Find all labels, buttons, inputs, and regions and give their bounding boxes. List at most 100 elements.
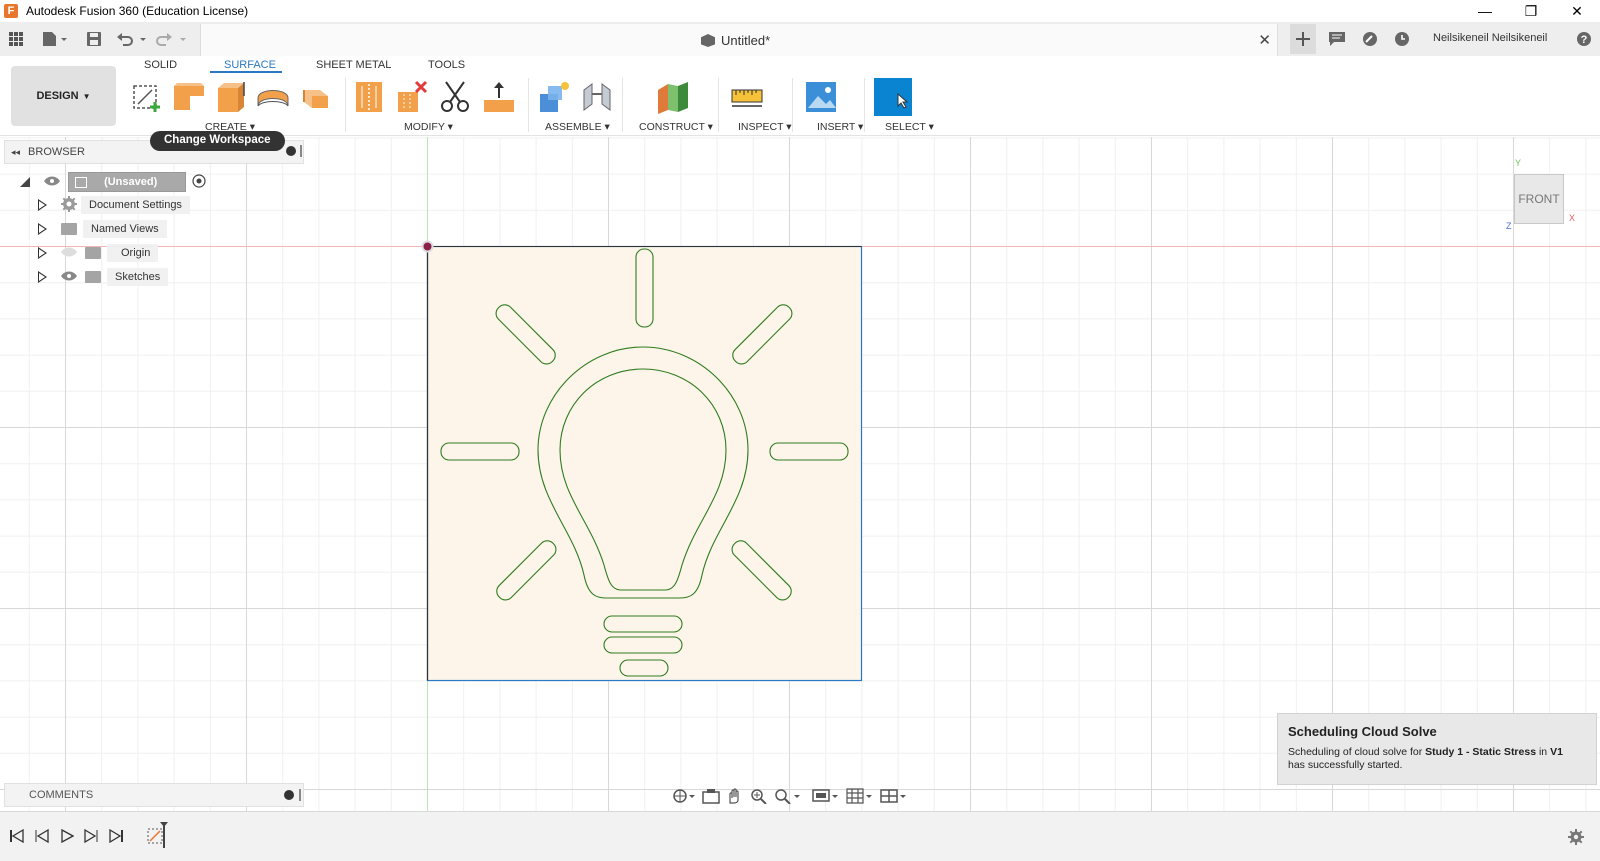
axis-x-label: X — [1569, 213, 1576, 223]
look-at-icon[interactable] — [702, 788, 720, 807]
undo-icon[interactable] — [115, 29, 149, 49]
insert-image-icon[interactable] — [804, 80, 838, 114]
tab-solid[interactable]: SOLID — [144, 59, 177, 71]
go-to-start-icon[interactable] — [10, 828, 24, 846]
expand-arrow-icon[interactable] — [38, 271, 47, 283]
go-to-end-icon[interactable] — [109, 828, 123, 846]
file-menu-icon[interactable] — [40, 29, 70, 49]
toolbar-divider — [345, 78, 346, 132]
fillet-icon[interactable] — [352, 80, 386, 114]
activate-radio-icon[interactable] — [192, 173, 206, 191]
maximize-button[interactable]: ❐ — [1508, 0, 1554, 22]
tab-surface[interactable]: SURFACE — [224, 59, 276, 71]
tree-item-label: Sketches — [107, 268, 169, 286]
notification-text: has successfully started. — [1288, 759, 1403, 771]
sketch-profile[interactable] — [426, 245, 863, 682]
comments-panel[interactable]: COMMENTS — [4, 783, 304, 807]
extend-icon[interactable] — [482, 80, 516, 114]
notification-toast[interactable]: Scheduling Cloud Solve Scheduling of clo… — [1277, 713, 1597, 785]
chevron-down-icon: ▼ — [82, 91, 91, 101]
minimize-button[interactable]: — — [1462, 0, 1508, 22]
add-comment-icon[interactable] — [284, 790, 294, 800]
root-component[interactable]: (Unsaved) — [68, 172, 186, 192]
insert-menu[interactable]: INSERT ▾ — [817, 121, 863, 133]
delete-icon[interactable] — [396, 80, 430, 114]
view-cube[interactable]: FRONT — [1514, 174, 1564, 224]
close-button[interactable]: ✕ — [1554, 0, 1600, 22]
pin-icon[interactable] — [299, 789, 301, 801]
comments-icon[interactable] — [1328, 29, 1346, 49]
collapse-panel-icon[interactable]: ◂◂ — [11, 147, 20, 158]
root-label: (Unsaved) — [104, 176, 158, 188]
fit-zoom-icon[interactable] — [774, 788, 802, 807]
help-icon[interactable]: ? — [1575, 29, 1593, 49]
tab-tools[interactable]: TOOLS — [428, 59, 465, 71]
new-component-icon[interactable] — [538, 80, 572, 114]
measure-icon[interactable] — [730, 80, 764, 114]
comments-label: COMMENTS — [29, 789, 94, 801]
trim-scissors-icon[interactable] — [438, 80, 472, 114]
inspect-menu[interactable]: INSPECT ▾ — [738, 121, 792, 133]
step-back-icon[interactable] — [35, 828, 49, 846]
extrude-surface-icon[interactable] — [172, 80, 206, 114]
notification-version: V1 — [1550, 746, 1563, 758]
expand-arrow-icon[interactable] — [38, 247, 47, 259]
grid-settings-icon[interactable] — [846, 787, 874, 807]
axis-z-label: Z — [1506, 221, 1512, 231]
expanded-triangle-icon[interactable] — [20, 177, 30, 187]
notification-text: Scheduling of cloud solve for — [1288, 746, 1426, 758]
clock-icon[interactable] — [1393, 29, 1411, 49]
timeline-sketch-feature-icon[interactable] — [146, 822, 172, 851]
user-account-name[interactable]: Neilsikeneil Neilsikeneil — [1433, 32, 1547, 44]
assemble-menu[interactable]: ASSEMBLE ▾ — [545, 121, 610, 133]
viewports-icon[interactable] — [880, 788, 908, 807]
pan-hand-icon[interactable] — [726, 787, 744, 807]
sweep-surface-icon[interactable] — [256, 80, 290, 114]
tree-root[interactable]: (Unsaved) — [20, 171, 206, 193]
create-sketch-icon[interactable] — [130, 80, 164, 114]
document-tab[interactable]: Untitled* ✕ — [200, 24, 1278, 56]
play-icon[interactable] — [60, 828, 75, 846]
canvas-viewport[interactable] — [0, 137, 1600, 811]
data-panel-grid-icon[interactable] — [8, 29, 24, 49]
display-settings-icon[interactable] — [812, 788, 840, 807]
origin-point[interactable] — [421, 240, 434, 253]
pin-icon[interactable] — [300, 145, 302, 157]
select-menu[interactable]: SELECT ▾ — [885, 121, 934, 133]
tab-sheet-metal[interactable]: SHEET METAL — [316, 59, 391, 71]
tree-item-origin[interactable]: Origin — [38, 242, 159, 264]
orbit-icon[interactable] — [672, 788, 696, 807]
construct-menu[interactable]: CONSTRUCT ▾ — [639, 121, 713, 133]
redo-icon[interactable] — [155, 29, 189, 49]
modify-menu[interactable]: MODIFY ▾ — [404, 121, 453, 133]
select-tool-icon[interactable] — [874, 78, 912, 116]
workspace-switcher-button[interactable]: DESIGN ▼ — [11, 66, 116, 126]
tree-item-document-settings[interactable]: Document Settings — [38, 194, 190, 216]
close-tab-icon[interactable]: ✕ — [1258, 31, 1271, 49]
eye-icon[interactable] — [44, 176, 60, 189]
eye-hidden-icon[interactable] — [61, 247, 77, 260]
expand-arrow-icon[interactable] — [38, 199, 47, 211]
folder-icon — [85, 247, 101, 259]
toolbar-divider — [792, 78, 793, 132]
eye-icon[interactable] — [61, 271, 77, 284]
tree-item-named-views[interactable]: Named Views — [38, 218, 167, 240]
joint-icon[interactable] — [580, 80, 614, 114]
expand-arrow-icon[interactable] — [38, 223, 47, 235]
timeline-settings-gear-icon[interactable] — [1568, 829, 1584, 848]
tree-item-sketches[interactable]: Sketches — [38, 266, 169, 288]
new-tab-plus-icon[interactable] — [1290, 24, 1316, 54]
zoom-icon[interactable] — [750, 788, 768, 807]
component-icon — [75, 176, 87, 188]
notification-title: Scheduling Cloud Solve — [1288, 724, 1437, 739]
minus-circle-icon[interactable] — [286, 146, 296, 156]
save-icon[interactable] — [85, 29, 103, 49]
job-status-icon[interactable] — [1361, 29, 1379, 49]
loft-surface-icon[interactable] — [298, 80, 332, 114]
revolve-surface-icon[interactable] — [214, 80, 248, 114]
tree-item-label: Named Views — [83, 220, 167, 238]
active-tab-underline — [210, 71, 282, 73]
notification-body: Scheduling of cloud solve for Study 1 - … — [1288, 746, 1586, 772]
offset-plane-icon[interactable] — [656, 80, 690, 114]
step-forward-icon[interactable] — [84, 828, 98, 846]
